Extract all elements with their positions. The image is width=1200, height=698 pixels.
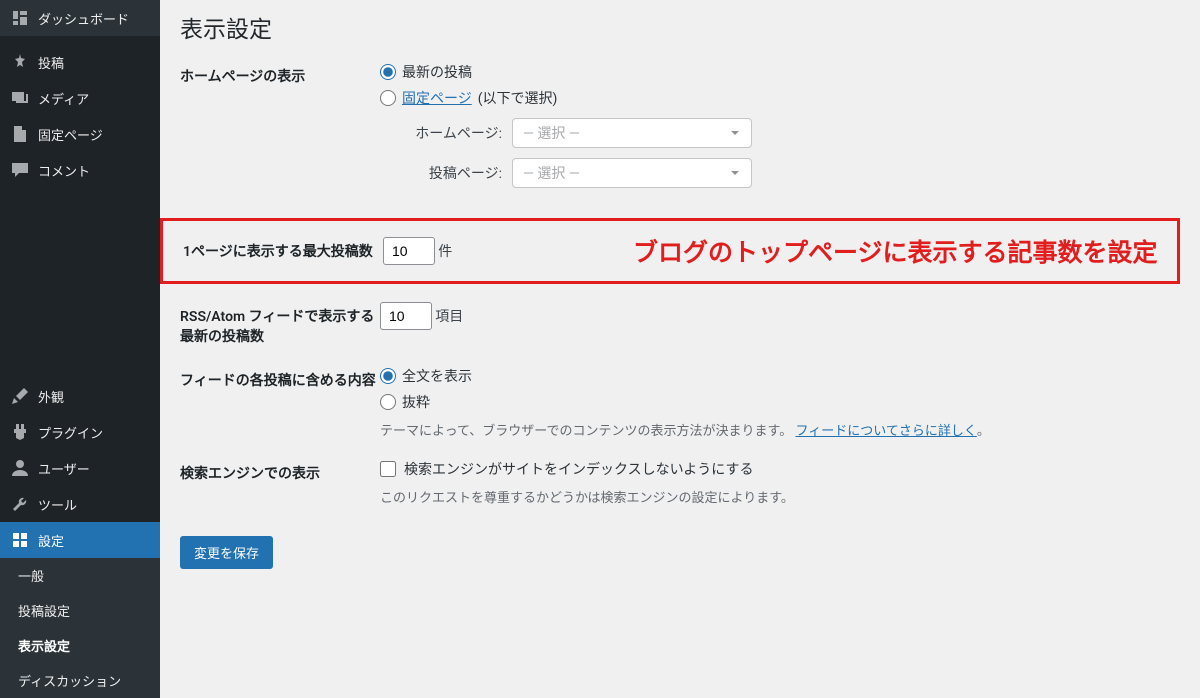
pin-icon	[10, 52, 30, 72]
feed-content-fields: 全文を表示 抜粋 テーマによって、ブラウザーでのコンテンツの表示方法が決まります…	[380, 366, 1180, 439]
radio-fulltext-input[interactable]	[380, 368, 396, 384]
sidebar-item-plugins[interactable]: プラグイン	[0, 414, 160, 450]
homepage-display-row: ホームページの表示 最新の投稿 固定ページ (以下で選択) ホームページ: — …	[180, 62, 1180, 198]
comment-icon	[10, 160, 30, 180]
highlight-box: 1ページに表示する最大投稿数 件 ブログのトップページに表示する記事数を設定	[160, 218, 1180, 284]
sidebar-sub-reading[interactable]: 表示設定	[0, 628, 160, 663]
homepage-fields: 最新の投稿 固定ページ (以下で選択) ホームページ: — 選択 — 投稿ページ…	[380, 62, 1180, 198]
user-icon	[10, 458, 30, 478]
search-engine-desc: このリクエストを尊重するかどうかは検索エンジンの設定によります。	[380, 487, 1180, 506]
sidebar-label: ツール	[38, 495, 77, 514]
wrench-icon	[10, 494, 30, 514]
homepage-select[interactable]: — 選択 —	[512, 118, 752, 148]
sidebar-item-settings[interactable]: 設定	[0, 522, 160, 558]
page-title: 表示設定	[180, 10, 1180, 44]
sidebar-label: プラグイン	[38, 423, 103, 442]
rss-field: 項目	[380, 302, 1180, 330]
homepage-select-row: ホームページ: — 選択 —	[410, 118, 1180, 148]
radio-static-input[interactable]	[380, 90, 396, 106]
plugin-icon	[10, 422, 30, 442]
search-engine-label: 検索エンジンでの表示	[180, 459, 380, 483]
feed-content-label: フィードの各投稿に含める内容	[180, 366, 380, 390]
radio-latest-posts[interactable]: 最新の投稿	[380, 62, 1180, 82]
admin-sidebar: ダッシュボード 投稿 メディア 固定ページ コメント 外観 プラグイン ユーザー…	[0, 0, 160, 630]
chevron-down-icon	[729, 167, 741, 179]
postspage-select[interactable]: — 選択 —	[512, 158, 752, 188]
media-icon	[10, 88, 30, 108]
sidebar-item-media[interactable]: メディア	[0, 80, 160, 116]
sidebar-sub-discussion[interactable]: ディスカッション	[0, 663, 160, 698]
sidebar-item-posts[interactable]: 投稿	[0, 44, 160, 80]
sidebar-label: コメント	[38, 161, 90, 180]
search-engine-row: 検索エンジンでの表示 検索エンジンがサイトをインデックスしないようにする このリ…	[180, 459, 1180, 506]
static-page-link[interactable]: 固定ページ	[402, 88, 472, 108]
sidebar-label: 設定	[38, 531, 64, 550]
radio-fulltext[interactable]: 全文を表示	[380, 366, 1180, 386]
chevron-down-icon	[729, 127, 741, 139]
sidebar-item-pages[interactable]: 固定ページ	[0, 116, 160, 152]
sidebar-item-users[interactable]: ユーザー	[0, 450, 160, 486]
radio-excerpt[interactable]: 抜粋	[380, 392, 1180, 412]
posts-per-page-input[interactable]	[383, 237, 435, 265]
sidebar-sub-general[interactable]: 一般	[0, 558, 160, 593]
sidebar-label: 固定ページ	[38, 125, 103, 144]
search-engine-fields: 検索エンジンがサイトをインデックスしないようにする このリクエストを尊重するかど…	[380, 459, 1180, 506]
posts-per-page-label: 1ページに表示する最大投稿数	[183, 237, 383, 261]
sidebar-sub-writing[interactable]: 投稿設定	[0, 593, 160, 628]
sidebar-label: メディア	[38, 89, 89, 108]
sidebar-item-tools[interactable]: ツール	[0, 486, 160, 522]
sidebar-label: 外観	[38, 387, 64, 406]
radio-excerpt-input[interactable]	[380, 394, 396, 410]
search-engine-checkbox-row[interactable]: 検索エンジンがサイトをインデックスしないようにする	[380, 459, 1180, 479]
sidebar-label: ユーザー	[38, 459, 90, 478]
rss-input[interactable]	[380, 302, 432, 330]
sidebar-label: ダッシュボード	[38, 9, 129, 28]
search-engine-checkbox[interactable]	[380, 461, 396, 477]
page-icon	[10, 124, 30, 144]
feed-content-row: フィードの各投稿に含める内容 全文を表示 抜粋 テーマによって、ブラウザーでのコ…	[180, 366, 1180, 439]
feed-more-link[interactable]: フィードについてさらに詳しく	[795, 424, 976, 439]
brush-icon	[10, 386, 30, 406]
dashboard-icon	[10, 8, 30, 28]
settings-icon	[10, 530, 30, 550]
sidebar-label: 投稿	[38, 53, 64, 72]
homepage-label: ホームページの表示	[180, 62, 380, 86]
postspage-select-row: 投稿ページ: — 選択 —	[410, 158, 1180, 188]
main-content: 表示設定 ホームページの表示 最新の投稿 固定ページ (以下で選択) ホームペー…	[160, 0, 1200, 630]
rss-row: RSS/Atom フィードで表示する最新の投稿数 項目	[180, 302, 1180, 346]
radio-static-page[interactable]: 固定ページ (以下で選択)	[380, 88, 1180, 108]
sidebar-item-appearance[interactable]: 外観	[0, 378, 160, 414]
rss-label: RSS/Atom フィードで表示する最新の投稿数	[180, 302, 380, 346]
radio-latest-input[interactable]	[380, 64, 396, 80]
feed-desc: テーマによって、ブラウザーでのコンテンツの表示方法が決まります。 フィードについ…	[380, 420, 1180, 439]
save-button[interactable]: 変更を保存	[180, 536, 273, 569]
sidebar-item-dashboard[interactable]: ダッシュボード	[0, 0, 160, 36]
sidebar-item-comments[interactable]: コメント	[0, 152, 160, 188]
annotation-text: ブログのトップページに表示する記事数を設定	[633, 233, 1158, 269]
